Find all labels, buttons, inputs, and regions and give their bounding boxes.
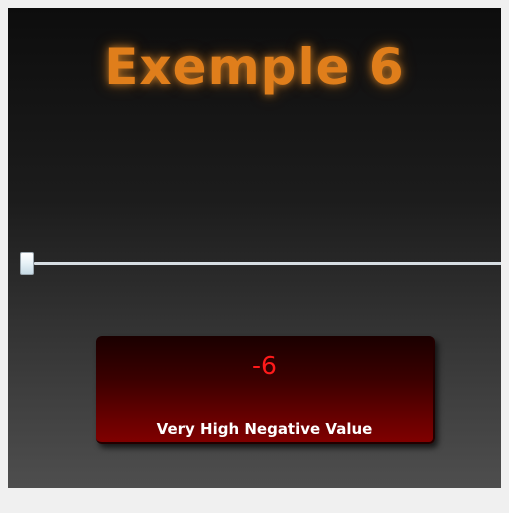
slider-track[interactable]	[34, 262, 501, 265]
value-slider[interactable]	[20, 248, 501, 278]
page-title: Exemple 6	[104, 38, 405, 96]
value-number: -6	[252, 351, 277, 380]
example-panel: Exemple 6 -6 Very High Negative Value	[8, 8, 501, 488]
value-display-box: -6 Very High Negative Value	[96, 336, 435, 444]
value-description: Very High Negative Value	[156, 420, 373, 438]
slider-thumb[interactable]	[20, 252, 34, 275]
